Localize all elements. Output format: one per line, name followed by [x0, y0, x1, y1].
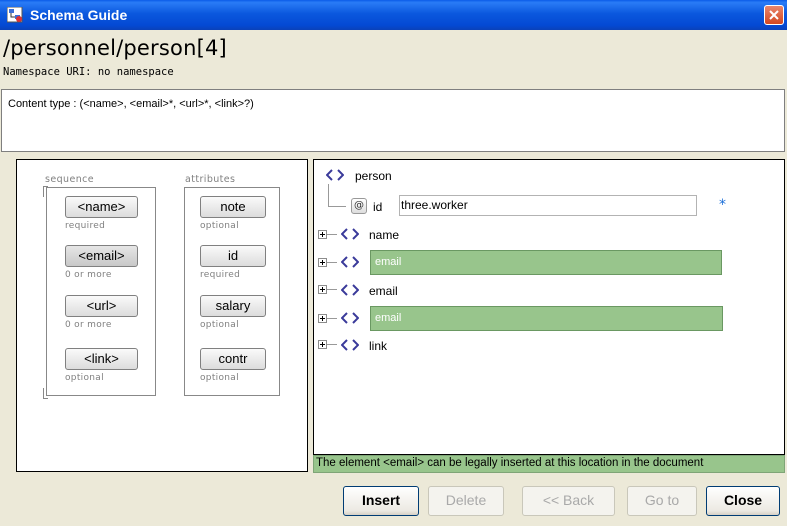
tree-connector	[327, 262, 337, 263]
attr-item-id-occurrence: required	[200, 270, 241, 280]
seq-item-link[interactable]: <link>	[65, 348, 138, 370]
button-bar: Insert Delete << Back Go to Close	[0, 474, 787, 526]
namespace-uri: Namespace URI: no namespace	[3, 66, 174, 78]
close-button[interactable]: Close	[706, 486, 780, 516]
attr-item-id[interactable]: id	[200, 245, 266, 267]
tree-node-link[interactable]: link	[369, 339, 387, 353]
content-type-box: Content type : (<name>, <email>*, <url>*…	[1, 89, 785, 152]
tree-root-person[interactable]: person	[355, 169, 392, 183]
element-path: /personnel/person[4]	[3, 36, 227, 60]
seq-item-name[interactable]: <name>	[65, 196, 138, 218]
attr-item-salary-occurrence: optional	[200, 320, 239, 330]
element-icon	[341, 228, 359, 240]
insert-placeholder-email[interactable]: email	[370, 306, 723, 331]
seq-item-email-occurrence: 0 or more	[65, 270, 112, 280]
element-icon	[341, 284, 359, 296]
seq-item-link-occurrence: optional	[65, 373, 104, 383]
content-model-panel: sequence attributes <name> required <ema…	[16, 159, 308, 472]
attr-item-note[interactable]: note	[200, 196, 266, 218]
sequence-header: sequence	[45, 174, 94, 185]
title-bar[interactable]: Schema Guide	[0, 0, 787, 30]
tree-connector	[328, 206, 346, 207]
seq-item-email[interactable]: <email>	[65, 245, 138, 267]
expand-icon[interactable]	[318, 230, 327, 239]
attr-item-contr-occurrence: optional	[200, 373, 239, 383]
element-icon	[341, 339, 359, 351]
required-star-icon: *	[719, 197, 726, 213]
element-icon	[341, 312, 359, 324]
seq-item-url-occurrence: 0 or more	[65, 320, 112, 330]
element-icon	[341, 256, 359, 268]
seq-item-url[interactable]: <url>	[65, 295, 138, 317]
document-tree-panel: person @ id three.worker * name email em…	[313, 159, 785, 455]
window-title: Schema Guide	[30, 7, 128, 23]
status-message: The element <email> can be legally inser…	[313, 455, 785, 473]
expand-icon[interactable]	[318, 314, 327, 323]
tree-connector	[327, 344, 337, 345]
expand-icon[interactable]	[318, 258, 327, 267]
tree-node-name[interactable]: name	[369, 228, 399, 242]
attribute-icon: @	[351, 198, 367, 214]
back-button[interactable]: << Back	[522, 486, 615, 516]
expand-icon[interactable]	[318, 285, 327, 294]
expand-icon[interactable]	[318, 340, 327, 349]
schema-guide-app-icon	[7, 7, 23, 23]
insert-button[interactable]: Insert	[343, 486, 419, 516]
tree-connector	[328, 184, 329, 206]
attribute-name-id: id	[373, 200, 383, 214]
attr-item-contr[interactable]: contr	[200, 348, 266, 370]
close-icon	[769, 10, 779, 20]
delete-button[interactable]: Delete	[428, 486, 504, 516]
window-close-button[interactable]	[764, 5, 784, 25]
tree-connector	[327, 289, 337, 290]
goto-button[interactable]: Go to	[627, 486, 697, 516]
attributes-header: attributes	[185, 174, 236, 185]
attr-item-salary[interactable]: salary	[200, 295, 266, 317]
element-icon	[326, 169, 344, 181]
tree-connector	[327, 318, 337, 319]
seq-item-name-occurrence: required	[65, 221, 106, 231]
attribute-id-value-field[interactable]: three.worker	[399, 195, 697, 216]
content-type-text: Content type : (<name>, <email>*, <url>*…	[8, 98, 254, 110]
tree-connector	[327, 234, 337, 235]
insert-placeholder-email[interactable]: email	[370, 250, 722, 275]
attr-item-note-occurrence: optional	[200, 221, 239, 231]
tree-node-email[interactable]: email	[369, 284, 398, 298]
